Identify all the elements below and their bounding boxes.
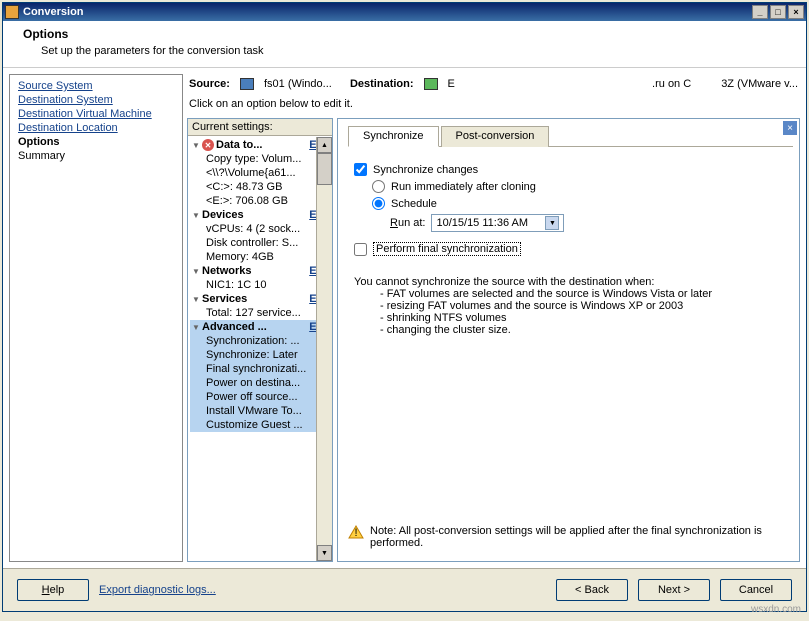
source-label: Source:	[189, 78, 230, 90]
computer-icon	[240, 78, 254, 90]
warning-icon: !	[348, 525, 364, 539]
run-at-dropdown[interactable]: 10/15/15 11:36 AM ▼	[431, 214, 564, 232]
page-subtitle: Set up the parameters for the conversion…	[41, 45, 786, 57]
tab-synchronize[interactable]: Synchronize	[348, 126, 439, 147]
run-immediate-label: Run immediately after cloning	[391, 181, 536, 193]
destination-label: Destination:	[350, 78, 414, 90]
scroll-up-button[interactable]: ▲	[317, 137, 332, 153]
window-title: Conversion	[23, 6, 84, 18]
page-header: Options Set up the parameters for the co…	[3, 21, 806, 68]
tree-item[interactable]: Final synchronizati...	[190, 362, 332, 376]
maximize-button[interactable]: □	[770, 5, 786, 19]
nav-destination-location[interactable]: Destination Location	[18, 121, 174, 135]
error-icon: ✕	[202, 139, 214, 151]
tree-services[interactable]: ▼ServicesEdit	[190, 292, 332, 306]
minimize-button[interactable]: _	[752, 5, 768, 19]
sync-tab-body: Synchronize changes Run immediately afte…	[338, 147, 799, 561]
warning-text: Note: All post-conversion settings will …	[370, 525, 789, 549]
titlebar[interactable]: Conversion _ □ ×	[3, 3, 806, 21]
source-value: fs01 (Windo...	[264, 78, 340, 90]
tabs: Synchronize Post-conversion	[348, 125, 793, 147]
nav-summary[interactable]: Summary	[18, 149, 174, 163]
sync-changes-checkbox[interactable]	[354, 163, 367, 176]
footer: Help Export diagnostic logs... < Back Ne…	[3, 568, 806, 611]
tree-header: Current settings:	[188, 119, 332, 136]
panel-close-icon[interactable]: ×	[783, 121, 797, 135]
destination-mid: E	[448, 78, 455, 90]
main-panel: Source: fs01 (Windo... Destination: E .r…	[183, 68, 806, 568]
detail-panel: × Synchronize Post-conversion Synchroniz…	[337, 118, 800, 562]
tree-item[interactable]: Power on destina...	[190, 376, 332, 390]
tree-data-to-copy[interactable]: ▼✕Data to...Edit	[190, 138, 332, 152]
cannot-bullet: - shrinking NTFS volumes	[354, 312, 783, 324]
nav-options[interactable]: Options	[18, 135, 174, 149]
run-at-value: 10/15/15 11:36 AM	[436, 217, 528, 229]
cannot-bullet: - resizing FAT volumes and the source is…	[354, 300, 783, 312]
tree-item[interactable]: Customize Guest ...	[190, 418, 332, 432]
watermark: wsxdn.com	[751, 604, 801, 615]
page-title: Options	[23, 27, 786, 41]
nav-destination-system[interactable]: Destination System	[18, 93, 174, 107]
step-nav: Source System Destination System Destina…	[9, 74, 183, 562]
tree-item[interactable]: vCPUs: 4 (2 sock...	[190, 222, 332, 236]
back-button[interactable]: < Back	[556, 579, 628, 601]
warning-row: ! Note: All post-conversion settings wil…	[344, 519, 793, 555]
schedule-radio[interactable]	[372, 197, 385, 210]
dropdown-arrow-icon[interactable]: ▼	[545, 216, 559, 230]
server-icon	[424, 78, 438, 90]
content: Source System Destination System Destina…	[3, 68, 806, 568]
next-button[interactable]: Next >	[638, 579, 710, 601]
cannot-sync-text: You cannot synchronize the source with t…	[354, 276, 783, 288]
tree-item[interactable]: Synchronize: Later	[190, 348, 332, 362]
tree-item[interactable]: Total: 127 service...	[190, 306, 332, 320]
tree-body: ▼✕Data to...Edit Copy type: Volum... <\\…	[188, 136, 332, 561]
tree-item[interactable]: <E:>: 706.08 GB	[190, 194, 332, 208]
scrollbar[interactable]: ▲ ▼	[316, 137, 332, 561]
run-at-label: Run at:	[390, 217, 425, 229]
tree-devices[interactable]: ▼DevicesEdit	[190, 208, 332, 222]
tree-item[interactable]: NIC1: 1C 10	[190, 278, 332, 292]
tree-item[interactable]: Disk controller: S...	[190, 236, 332, 250]
nav-destination-vm[interactable]: Destination Virtual Machine	[18, 107, 174, 121]
help-button[interactable]: Help	[17, 579, 89, 601]
final-sync-checkbox[interactable]	[354, 243, 367, 256]
cannot-sync-note: You cannot synchronize the source with t…	[354, 276, 783, 336]
nav-source-system[interactable]: Source System	[18, 79, 174, 93]
cannot-bullet: - changing the cluster size.	[354, 324, 783, 336]
tree-item[interactable]: <C:>: 48.73 GB	[190, 180, 332, 194]
tree-item[interactable]: <\\?\Volume{a61...	[190, 166, 332, 180]
app-icon	[5, 5, 19, 19]
settings-tree: Current settings: ▼✕Data to...Edit Copy …	[187, 118, 333, 562]
cancel-button[interactable]: Cancel	[720, 579, 792, 601]
tree-item[interactable]: Copy type: Volum...	[190, 152, 332, 166]
tree-item[interactable]: Synchronization: ...	[190, 334, 332, 348]
tab-post-conversion[interactable]: Post-conversion	[441, 126, 550, 147]
sync-changes-label: Synchronize changes	[373, 164, 478, 176]
instruction: Click on an option below to edit it.	[187, 94, 800, 118]
source-dest-row: Source: fs01 (Windo... Destination: E .r…	[187, 74, 800, 94]
destination-suffix: .ru on C	[652, 78, 691, 90]
scroll-down-button[interactable]: ▼	[317, 545, 332, 561]
schedule-label: Schedule	[391, 198, 437, 210]
tree-advanced[interactable]: ▼Advanced ...Edit	[190, 320, 332, 334]
tree-item[interactable]: Power off source...	[190, 390, 332, 404]
tree-networks[interactable]: ▼NetworksEdit	[190, 264, 332, 278]
export-logs-link[interactable]: Export diagnostic logs...	[99, 584, 216, 596]
run-immediate-radio[interactable]	[372, 180, 385, 193]
tree-item[interactable]: Install VMware To...	[190, 404, 332, 418]
tree-item[interactable]: Memory: 4GB	[190, 250, 332, 264]
close-button[interactable]: ×	[788, 5, 804, 19]
final-sync-label: Perform final synchronization	[373, 242, 521, 256]
destination-tail: 3Z (VMware v...	[721, 78, 798, 90]
cannot-bullet: - FAT volumes are selected and the sourc…	[354, 288, 783, 300]
svg-text:!: !	[354, 527, 357, 539]
conversion-window: Conversion _ □ × Options Set up the para…	[2, 2, 807, 612]
scroll-thumb[interactable]	[317, 153, 332, 185]
